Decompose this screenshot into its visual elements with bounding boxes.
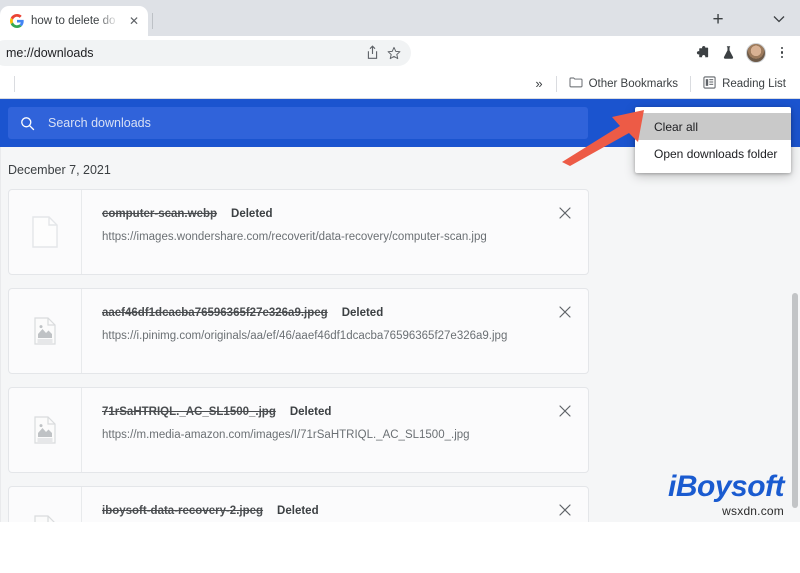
- bookmark-divider: [690, 75, 692, 92]
- tab-strip: how to delete do ✕ +: [0, 0, 800, 36]
- download-filename: aaef46df1dcacba76596365f27e326a9.jpeg: [102, 307, 328, 319]
- page-left-edge: [0, 147, 1, 522]
- share-icon[interactable]: [361, 42, 383, 64]
- bookmark-label: Reading List: [722, 77, 786, 90]
- reading-list-icon: [703, 75, 716, 92]
- download-item[interactable]: computer-scan.webp Deleted https://image…: [8, 189, 589, 275]
- watermark-subtitle: wsxdn.com: [722, 504, 784, 518]
- download-status: Deleted: [289, 406, 332, 418]
- remove-download-button[interactable]: [542, 388, 588, 472]
- flask-icon[interactable]: [715, 40, 741, 66]
- browser-tab[interactable]: how to delete do ✕: [0, 6, 148, 36]
- close-icon[interactable]: ✕: [126, 13, 142, 29]
- tab-separator: [152, 13, 153, 29]
- puzzle-piece-icon[interactable]: [689, 40, 715, 66]
- browser-toolbar: me://downloads: [0, 36, 800, 69]
- bookmark-divider: [14, 75, 15, 92]
- download-filename: iboysoft-data-recovery-2.jpeg: [102, 505, 264, 517]
- remove-download-button[interactable]: [542, 487, 588, 522]
- watermark: iBoysoft wsxdn.com: [668, 470, 785, 519]
- jpeg-file-icon: [9, 388, 82, 472]
- downloads-context-menu: Clear all Open downloads folder: [635, 107, 791, 173]
- download-item-body: 71rSaHTRIQL._AC_SL1500_.jpg Deleted http…: [82, 388, 542, 472]
- star-icon[interactable]: [383, 42, 405, 64]
- address-bar[interactable]: me://downloads: [0, 39, 412, 66]
- tab-title: how to delete do: [31, 15, 116, 27]
- remove-download-button[interactable]: [542, 190, 588, 274]
- new-tab-button[interactable]: +: [704, 5, 732, 33]
- search-downloads-field[interactable]: Search downloads: [8, 107, 588, 139]
- menu-item-clear-all[interactable]: Clear all: [635, 113, 791, 140]
- download-title-row: computer-scan.webp Deleted: [102, 208, 542, 220]
- download-title-row: iboysoft-data-recovery-2.jpeg Deleted: [102, 505, 542, 517]
- scrollbar-thumb[interactable]: [792, 293, 798, 508]
- downloads-page: December 7, 2021 computer-scan.webp Dele…: [0, 147, 800, 522]
- download-status: Deleted: [231, 208, 273, 220]
- download-item[interactable]: iboysoft-data-recovery-2.jpeg Deleted ht…: [8, 486, 589, 522]
- bookmark-divider: [555, 75, 557, 92]
- download-url[interactable]: https://i.pinimg.com/originals/aa/ef/46/…: [102, 330, 542, 342]
- folder-icon: [569, 76, 583, 91]
- browser-window: how to delete do ✕ + me://downloads » Ot…: [0, 0, 800, 573]
- jpeg-file-icon: [9, 487, 82, 522]
- bookmarks-overflow-button[interactable]: »: [527, 76, 549, 91]
- download-item-body: aaef46df1dcacba76596365f27e326a9.jpeg De…: [82, 289, 542, 373]
- download-item-body: computer-scan.webp Deleted https://image…: [82, 190, 542, 274]
- download-filename: computer-scan.webp: [102, 208, 218, 220]
- three-dot-menu-icon[interactable]: [771, 40, 793, 66]
- jpeg-file-icon: [9, 289, 82, 373]
- avatar[interactable]: [746, 42, 766, 63]
- iboysoft-logo: iBoysoft: [668, 470, 785, 503]
- bookmark-other-bookmarks[interactable]: Other Bookmarks: [563, 73, 684, 94]
- url-text: me://downloads: [6, 45, 94, 60]
- chevron-down-icon[interactable]: [764, 5, 794, 33]
- bookmark-label: Other Bookmarks: [588, 77, 679, 90]
- bookmark-reading-list[interactable]: Reading List: [697, 73, 792, 95]
- download-status: Deleted: [277, 505, 319, 517]
- bookmarks-bar: » Other Bookmarks Reading List: [0, 69, 800, 99]
- download-title-row: 71rSaHTRIQL._AC_SL1500_.jpg Deleted: [102, 406, 542, 418]
- search-icon: [20, 116, 35, 131]
- google-g-icon: [10, 14, 24, 28]
- download-filename: 71rSaHTRIQL._AC_SL1500_.jpg: [102, 406, 276, 418]
- download-url[interactable]: https://m.media-amazon.com/images/I/71rS…: [102, 429, 542, 441]
- generic-file-icon: [9, 190, 82, 274]
- download-item[interactable]: aaef46df1dcacba76596365f27e326a9.jpeg De…: [8, 288, 589, 374]
- download-item[interactable]: 71rSaHTRIQL._AC_SL1500_.jpg Deleted http…: [8, 387, 589, 473]
- search-input[interactable]: Search downloads: [48, 116, 151, 130]
- download-url[interactable]: https://images.wondershare.com/recoverit…: [102, 231, 542, 243]
- menu-item-open-downloads-folder[interactable]: Open downloads folder: [635, 140, 791, 167]
- download-status: Deleted: [341, 307, 384, 319]
- download-item-body: iboysoft-data-recovery-2.jpeg Deleted ht…: [82, 487, 542, 522]
- remove-download-button[interactable]: [542, 289, 588, 373]
- download-title-row: aaef46df1dcacba76596365f27e326a9.jpeg De…: [102, 307, 542, 319]
